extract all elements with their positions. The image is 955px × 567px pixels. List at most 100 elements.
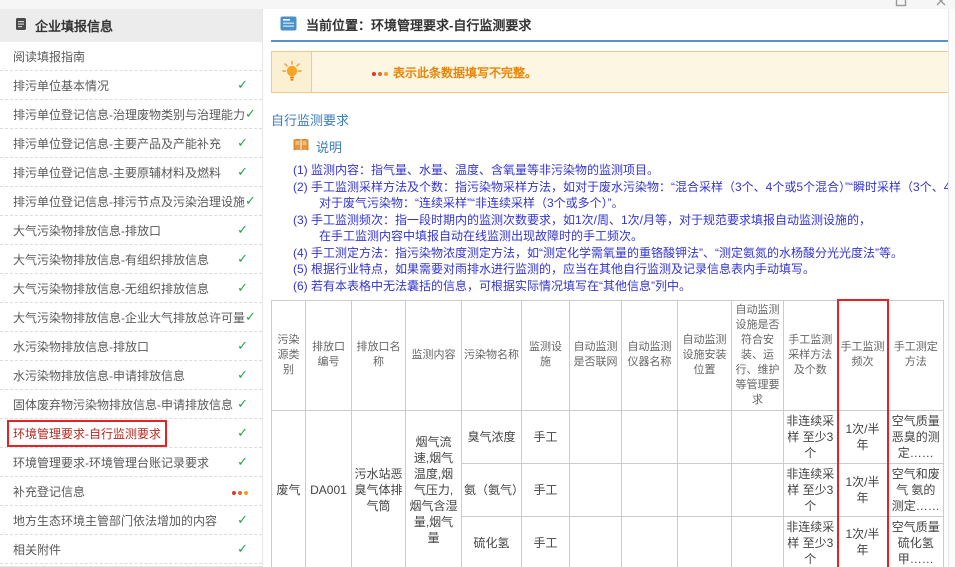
merged-cell: DA001 <box>305 409 352 567</box>
column-header: 自动监测设施是否符合安装、运行、维护等管理要求 <box>731 299 784 411</box>
cell: 空气质量 硫化氢 甲…… <box>887 515 944 567</box>
cell <box>731 409 784 464</box>
sidebar-item[interactable]: 大气污染物排放信息-无组织排放信息 ✓ <box>0 274 262 303</box>
app-window: 企业填报信息 阅读填报指南 排污单位基本情况 ✓ 排污单位登记信息-治理废物类别与治理… <box>0 0 955 567</box>
column-header: 手工测定方法 <box>887 299 944 411</box>
check-icon: ✓ <box>237 77 248 92</box>
sidebar-item[interactable]: 大气污染物排放信息-排放口 ✓ <box>0 216 262 245</box>
notice-message: 表示此条数据填写不完整。 <box>312 52 537 92</box>
sidebar-item[interactable]: 相关附件 ✓ <box>0 535 262 564</box>
cell <box>621 409 678 464</box>
column-header: 排放口名称 <box>351 299 406 411</box>
check-icon: ✓ <box>237 425 248 440</box>
check-icon: ✓ <box>245 106 256 121</box>
column-header: 监测设施 <box>521 299 570 411</box>
cell: 非连续采样 至少3个 <box>783 462 838 517</box>
table-row: 废气 DA001 污水站恶臭气体排气筒 烟气流速,烟气温度,烟气压力,烟气含湿量,烟气… <box>271 409 944 567</box>
sidebar-item[interactable]: 排污单位基本情况 ✓ <box>0 71 262 100</box>
column-header: 污染源类别 <box>271 299 306 411</box>
cell <box>731 515 784 567</box>
cell: 非连续采样 至少3个 <box>783 515 838 567</box>
cell: 硫化氢 <box>461 515 522 567</box>
cell: 1次/半年 <box>836 462 889 517</box>
instruction-line: (2) 手工监测采样方法及个数：指污染物采样方法，如对于废水污染物：“混合采样（… <box>293 179 955 194</box>
check-icon: ✓ <box>237 396 248 411</box>
sidebar-item[interactable]: 排污单位登记信息-排污节点及污染治理设施 ✓ <box>0 187 262 216</box>
sidebar-item-label: 相关附件 <box>13 542 62 557</box>
cell <box>569 462 622 517</box>
cell: 非连续采样 至少3个 <box>783 409 838 464</box>
sidebar-item-label: 排污单位登记信息-排污节点及污染治理设施 <box>13 194 245 209</box>
sidebar-item-label: 大气污染物排放信息-排放口 <box>13 223 161 238</box>
check-icon: ✓ <box>237 135 248 150</box>
breadcrumb-bar: 当前位置：环境管理要求-自行监测要求 <box>271 9 949 42</box>
column-header: 自动监测设施安装位置 <box>677 299 732 411</box>
sidebar-item[interactable]: 大气污染物排放信息-企业大气排放总许可量 ✓ <box>0 303 262 332</box>
cell <box>621 515 678 567</box>
column-header: 排放口编号 <box>305 299 352 411</box>
cell: 空气和废气 氨的测定…… <box>887 462 944 517</box>
window-right-edge <box>948 9 955 567</box>
sidebar-item[interactable]: 水污染物排放信息-排放口 ✓ <box>0 332 262 361</box>
column-header: 手工监测频次 <box>836 299 889 411</box>
instruction-line: (5) 根据行业特点，如果需要对雨排水进行监测的，应当在其他自行监测及记录信息表… <box>293 262 816 276</box>
cell <box>569 409 622 464</box>
check-icon: ✓ <box>237 222 248 237</box>
note-label: 说明 <box>316 140 343 155</box>
instruction-line: (6) 若有本表格中无法囊括的信息，可根据实际情况填写在“其他信息”列中。 <box>293 278 691 293</box>
cell <box>731 462 784 517</box>
check-icon: ✓ <box>237 541 248 556</box>
document-icon <box>280 16 297 34</box>
instructions: (1) 监测内容：指气量、水量、温度、含氧量等非污染物的监测项目。 (2) 手工监… <box>271 162 955 294</box>
section-title: 自行监测要求 <box>271 113 350 128</box>
sidebar-item-label: 排污单位登记信息-主要原辅材料及燃料 <box>13 165 221 180</box>
sidebar-item-label: 排污单位登记信息-治理废物类别与治理能力 <box>13 107 245 122</box>
note-row: 说明 <box>271 137 949 156</box>
clipboard-icon <box>15 17 27 34</box>
instruction-line: 对于废气污染物：“连续采样”“非连续采样（3个或多个）”。 <box>319 196 624 210</box>
restore-window-icon[interactable] <box>895 0 907 7</box>
sidebar-menu: 阅读填报指南 排污单位基本情况 ✓ 排污单位登记信息-治理废物类别与治理能力 ✓ 排污单位… <box>0 42 262 564</box>
sidebar-item-label: 环境管理要求-自行监测要求 <box>7 419 167 447</box>
column-header: 自动监测是否联网 <box>569 299 622 411</box>
sidebar-item-label: 大气污染物排放信息-无组织排放信息 <box>13 281 209 296</box>
breadcrumb: 当前位置：环境管理要求-自行监测要求 <box>306 18 532 33</box>
sidebar-item-label: 固体废弃物污染物排放信息-申请排放信息 <box>13 397 233 412</box>
cell <box>677 409 732 464</box>
cell: 空气质量 恶臭的测定…… <box>887 409 944 464</box>
sidebar-item[interactable]: 环境管理要求-自行监测要求 ✓ <box>0 419 262 448</box>
sidebar-item[interactable]: 水污染物排放信息-申请排放信息 ✓ <box>0 361 262 390</box>
sidebar-item[interactable]: 环境管理要求-环境管理台账记录要求 ✓ <box>0 448 262 477</box>
sidebar-item[interactable]: 地方生态环境主管部门依法增加的内容 ✓ <box>0 506 262 535</box>
sidebar-item[interactable]: 排污单位登记信息-主要原辅材料及燃料 ✓ <box>0 158 262 187</box>
close-window-icon[interactable] <box>935 0 947 6</box>
check-icon: ✓ <box>245 193 256 208</box>
merged-cell: 废气 <box>271 409 306 567</box>
cell <box>569 515 622 567</box>
check-icon: ✓ <box>237 164 248 179</box>
merged-cell: 烟气流速,烟气温度,烟气压力,烟气含湿量,烟气量 <box>405 409 462 567</box>
incomplete-dots-icon <box>370 65 388 79</box>
instruction-line: (1) 监测内容：指气量、水量、温度、含氧量等非污染物的监测项目。 <box>293 163 660 177</box>
notice-text: 表示此条数据填写不完整。 <box>393 65 538 80</box>
sidebar-item[interactable]: 补充登记信息 <box>0 477 262 506</box>
check-icon: ✓ <box>237 454 248 469</box>
sidebar-item[interactable]: 排污单位登记信息-主要产品及产能补充 ✓ <box>0 129 262 158</box>
sidebar-item[interactable]: 阅读填报指南 <box>0 42 262 71</box>
sidebar: 企业填报信息 阅读填报指南 排污单位基本情况 ✓ 排污单位登记信息-治理废物类别与治理… <box>0 9 263 567</box>
sidebar-item[interactable]: 大气污染物排放信息-有组织排放信息 ✓ <box>0 245 262 274</box>
sidebar-title: 企业填报信息 <box>35 19 114 34</box>
sidebar-item-label: 环境管理要求-环境管理台账记录要求 <box>13 455 209 470</box>
instruction-line: (4) 手工测定方法：指污染物浓度测定方法，如“测定化学需氧量的重铬酸钾法”、“… <box>293 245 903 260</box>
main-panel: 当前位置：环境管理要求-自行监测要求 表示此条数据填写不完整。 自行监测要求 说… <box>271 9 955 567</box>
table-header-row: 污染源类别 排放口编号 排放口名称 监测内容 污染物名称 监测设施 自动监测是否联网 自动监测… <box>271 299 944 411</box>
monitoring-table: 污染源类别 排放口编号 排放口名称 监测内容 污染物名称 监测设施 自动监测是否联网 自动监测… <box>271 299 944 567</box>
merged-cell: 污水站恶臭气体排气筒 <box>351 409 406 567</box>
sidebar-item[interactable]: 固体废弃物污染物排放信息-申请排放信息 ✓ <box>0 390 262 419</box>
sidebar-item[interactable]: 排污单位登记信息-治理废物类别与治理能力 ✓ <box>0 100 262 129</box>
sidebar-item-label: 地方生态环境主管部门依法增加的内容 <box>13 513 218 528</box>
check-icon: ✓ <box>237 251 248 266</box>
column-header: 污染物名称 <box>461 299 522 411</box>
sidebar-item-label: 阅读填报指南 <box>13 49 86 64</box>
sidebar-item-label: 水污染物排放信息-排放口 <box>13 339 149 354</box>
